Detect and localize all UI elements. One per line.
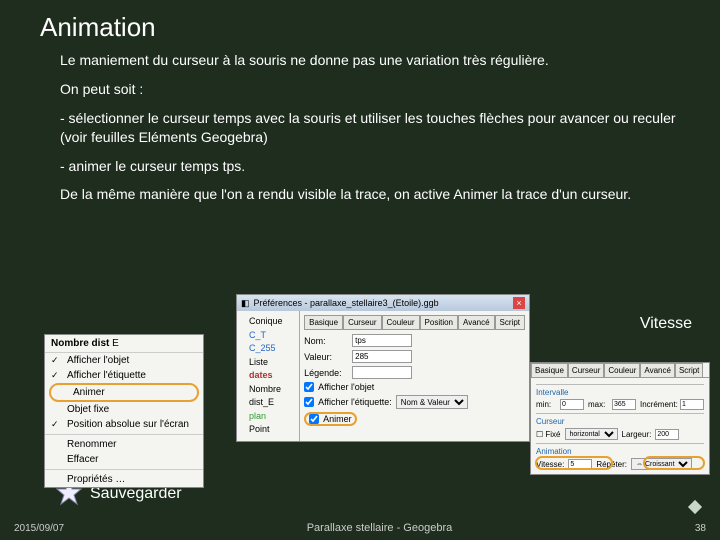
menu-item-renommer[interactable]: Renommer (45, 437, 203, 452)
checkbox-label: Afficher l'étiquette: (318, 397, 392, 407)
paragraph: Le maniement du curseur à la souris ne d… (60, 51, 680, 70)
context-menu: Nombre dist E Afficher l'objet Afficher … (44, 334, 204, 488)
label-largeur: Largeur: (622, 430, 652, 439)
footer-date: 2015/09/07 (0, 523, 64, 534)
label-increment: Incrément: (640, 400, 676, 409)
label-valeur: Valeur: (304, 352, 348, 362)
checkbox-fixe[interactable]: ☐ Fixé (536, 430, 561, 439)
input-legende[interactable] (352, 366, 412, 379)
menu-item-afficher-etiquette[interactable]: Afficher l'étiquette (45, 368, 203, 383)
label-min: min: (536, 400, 556, 409)
paragraph: - sélectionner le curseur temps avec la … (60, 109, 680, 147)
input-increment[interactable] (680, 399, 704, 410)
input-min[interactable] (560, 399, 584, 410)
prefs-tabs: Basique Curseur Couleur Position Avancé … (304, 315, 525, 330)
select-orientation[interactable]: horizontal (565, 428, 618, 440)
checkbox-label: Afficher l'objet (318, 382, 374, 392)
highlight-vitesse (535, 456, 613, 470)
menu-separator (45, 469, 203, 470)
object-tree[interactable]: Conique C_T C_255 Liste dates Nombre dis… (237, 311, 300, 441)
slider-tabs: Basique Curseur Couleur Avancé Script (531, 363, 709, 378)
slide-footer: 2015/09/07 Parallaxe stellaire - Geogebr… (0, 522, 720, 534)
tree-node[interactable]: Liste (241, 356, 295, 370)
highlight-repeter (643, 456, 705, 470)
paragraph: - animer le curseur temps tps. (60, 157, 680, 176)
tree-node[interactable]: dates (241, 369, 295, 383)
menu-item-objet-fixe[interactable]: Objet fixe (45, 402, 203, 417)
window-title: Préférences - parallaxe_stellaire3_(Etoi… (254, 298, 439, 308)
prefs-right-panel: Basique Curseur Couleur Position Avancé … (300, 311, 529, 441)
checkbox-afficher-etiquette[interactable] (304, 397, 314, 407)
tree-node[interactable]: plan (241, 410, 295, 424)
menu-item-proprietes[interactable]: Propriétés … (45, 472, 203, 487)
slide-title: Animation (0, 0, 720, 43)
tab-curseur[interactable]: Curseur (568, 363, 604, 377)
tab-basique[interactable]: Basique (304, 315, 343, 329)
input-valeur[interactable] (352, 350, 412, 363)
tab-couleur[interactable]: Couleur (604, 363, 640, 377)
label-max: max: (588, 400, 608, 409)
highlight-animer: Animer (49, 383, 199, 402)
group-animation: Animation (536, 447, 704, 456)
slide-body: Le maniement du curseur à la souris ne d… (0, 43, 720, 204)
footer-page: 38 (695, 523, 720, 534)
input-largeur[interactable] (655, 429, 679, 440)
context-menu-header: Nombre dist E (45, 335, 203, 353)
prefs-window: ◧ Préférences - parallaxe_stellaire3_(Et… (236, 294, 530, 442)
tree-node[interactable]: Point (241, 423, 295, 437)
diamond-icon (688, 500, 702, 514)
tree-node[interactable]: dist_E (241, 396, 295, 410)
menu-item-afficher-objet[interactable]: Afficher l'objet (45, 353, 203, 368)
highlight-animer-checkbox: Animer (304, 412, 357, 426)
label-nom: Nom: (304, 336, 348, 346)
group-curseur: Curseur (536, 417, 704, 426)
slider-prefs-panel: Basique Curseur Couleur Avancé Script In… (530, 362, 710, 475)
close-icon[interactable]: × (513, 297, 525, 309)
menu-separator (45, 434, 203, 435)
label-legende: Légende: (304, 368, 348, 378)
input-max[interactable] (612, 399, 636, 410)
group-intervalle: Intervalle (536, 388, 704, 397)
tab-script[interactable]: Script (675, 363, 703, 377)
label-vitesse: Vitesse (640, 315, 692, 333)
checkbox-label: Animer (323, 414, 352, 424)
select-etiquette[interactable]: Nom & Valeur (396, 395, 468, 409)
window-icon: ◧ (241, 298, 250, 309)
input-nom[interactable] (352, 334, 412, 347)
menu-item-animer[interactable]: Animer (51, 385, 197, 400)
tree-node[interactable]: Conique (241, 315, 295, 329)
tree-node[interactable]: Nombre (241, 383, 295, 397)
tree-node[interactable]: C_T (241, 329, 295, 343)
footer-title: Parallaxe stellaire - Geogebra (64, 522, 695, 534)
tab-script[interactable]: Script (495, 315, 525, 329)
window-titlebar: ◧ Préférences - parallaxe_stellaire3_(Et… (237, 295, 529, 311)
tab-couleur[interactable]: Couleur (382, 315, 420, 329)
tab-position[interactable]: Position (420, 315, 458, 329)
paragraph: De la même manière que l'on a rendu visi… (60, 185, 680, 204)
tab-avance[interactable]: Avancé (458, 315, 495, 329)
checkbox-animer[interactable] (309, 414, 319, 424)
tree-node[interactable]: C_255 (241, 342, 295, 356)
tab-avance[interactable]: Avancé (640, 363, 675, 377)
menu-item-position-absolue[interactable]: Position absolue sur l'écran (45, 417, 203, 432)
tab-basique[interactable]: Basique (531, 363, 568, 377)
paragraph: On peut soit : (60, 80, 680, 99)
checkbox-afficher-objet[interactable] (304, 382, 314, 392)
menu-item-effacer[interactable]: Effacer (45, 452, 203, 467)
tab-curseur[interactable]: Curseur (343, 315, 381, 329)
